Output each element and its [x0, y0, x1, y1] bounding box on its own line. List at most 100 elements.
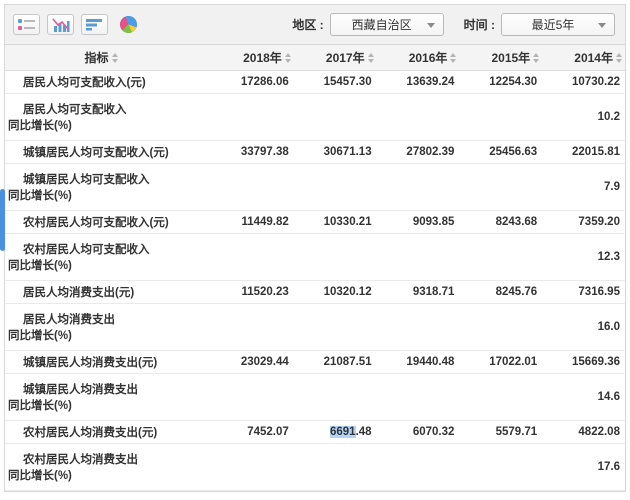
cell-2016年: 9093.85: [377, 211, 460, 233]
toolbar: 地区 : 西藏自治区 时间 : 最近5年: [5, 5, 625, 45]
table-header-row: 指标 2018年 2017年 2016年 2015年 2014年: [5, 45, 625, 71]
column-header-label: 2016年: [409, 49, 448, 66]
cell-2017年: 10320.12: [294, 281, 377, 303]
cell-2018年: [211, 444, 294, 490]
indicator-label: 居民人均消费支出(元): [5, 281, 211, 303]
column-header-indicator[interactable]: 指标: [5, 49, 211, 66]
cell-2014年: 12.3: [542, 234, 625, 280]
cell-2015年: 5579.71: [459, 421, 542, 443]
indicator-label: 农村居民人均消费支出(元): [5, 421, 211, 443]
cell-2015年: 17022.01: [459, 351, 542, 373]
region-label: 地区 :: [292, 16, 323, 33]
cell-2018年: 33797.38: [211, 141, 294, 163]
cell-2017年: [294, 374, 377, 420]
cell-2018年: 11520.23: [211, 281, 294, 303]
cell-2017年: 21087.51: [294, 351, 377, 373]
cell-2015年: 8243.68: [459, 211, 542, 233]
table-row: 城镇居民人均消费支出同比增长(%) 14.6: [5, 374, 625, 421]
cell-2014年: 10.2: [542, 94, 625, 140]
cell-2017年: 10330.21: [294, 211, 377, 233]
cell-2017年: [294, 234, 377, 280]
time-select[interactable]: 最近5年: [501, 13, 615, 36]
cell-2018年: [211, 374, 294, 420]
region-select-value: 西藏自治区: [352, 16, 422, 33]
table-row: 居民人均可支配收入同比增长(%)10.2: [5, 94, 625, 141]
indicator-label: 居民人均可支配收入(元): [5, 71, 211, 93]
column-header-2016[interactable]: 2016年: [377, 49, 460, 66]
cell-2014年: 4822.08: [542, 421, 625, 443]
cell-2014年: 22015.81: [542, 141, 625, 163]
time-select-value: 最近5年: [532, 16, 585, 33]
table-row: 农村居民人均消费支出同比增长(%) 17.6: [5, 444, 625, 491]
cell-2018年: [211, 94, 294, 140]
table-row: 农村居民人均可支配收入(元)11449.8210330.219093.85824…: [5, 211, 625, 234]
chevron-down-icon: [598, 23, 606, 28]
indicator-label: 城镇居民人均可支配收入(元): [5, 141, 211, 163]
table-row: 居民人均消费支出同比增长(%) 16.0: [5, 304, 625, 351]
column-header-label: 指标: [84, 49, 108, 66]
indicator-label: 城镇居民人均消费支出同比增长(%): [5, 374, 211, 420]
column-header-2018[interactable]: 2018年: [211, 49, 294, 66]
indicator-label: 农村居民人均可支配收入同比增长(%): [5, 234, 211, 280]
cell-2017年: [294, 94, 377, 140]
stats-panel: 地区 : 西藏自治区 时间 : 最近5年 指标 2018年 2017年 2016…: [4, 4, 626, 492]
line-bar-chart-icon: [52, 18, 70, 32]
cell-2014年: 7.9: [542, 164, 625, 210]
cell-2015年: [459, 374, 542, 420]
indicator-label: 农村居民人均可支配收入(元): [5, 211, 211, 233]
region-select[interactable]: 西藏自治区: [330, 13, 444, 36]
time-label: 时间 :: [464, 16, 495, 33]
cell-2018年: [211, 304, 294, 350]
sort-icon[interactable]: [285, 53, 291, 63]
cell-2014年: 7359.20: [542, 211, 625, 233]
sort-icon[interactable]: [368, 53, 374, 63]
cell-2014年: 17.6: [542, 444, 625, 490]
column-header-2017[interactable]: 2017年: [294, 49, 377, 66]
cell-2018年: 17286.06: [211, 71, 294, 93]
cell-2017年: [294, 444, 377, 490]
cell-2018年: [211, 164, 294, 210]
column-header-label: 2017年: [326, 49, 365, 66]
indicator-label: 农村居民人均消费支出同比增长(%): [5, 444, 211, 490]
column-header-label: 2015年: [491, 49, 530, 66]
table-row: 农村居民人均消费支出(元)7452.076691.486070.325579.7…: [5, 421, 625, 444]
cell-2015年: [459, 304, 542, 350]
cell-2017年: 6691.48: [294, 421, 377, 443]
cell-2018年: 23029.44: [211, 351, 294, 373]
cell-2016年: [377, 374, 460, 420]
cell-2015年: 8245.76: [459, 281, 542, 303]
cell-2014年: 10730.22: [542, 71, 625, 93]
list-view-button[interactable]: [13, 14, 40, 35]
cell-2015年: 25456.63: [459, 141, 542, 163]
indicator-label: 城镇居民人均消费支出(元): [5, 351, 211, 373]
column-header-2015[interactable]: 2015年: [459, 49, 542, 66]
column-header-label: 2018年: [243, 49, 282, 66]
sort-icon[interactable]: [533, 53, 539, 63]
indicator-label: 城镇居民人均可支配收入同比增长(%): [5, 164, 211, 210]
cell-2014年: 7316.95: [542, 281, 625, 303]
cell-2014年: 16.0: [542, 304, 625, 350]
horizontal-bar-chart-button[interactable]: [81, 14, 108, 35]
cell-2018年: 11449.82: [211, 211, 294, 233]
line-bar-chart-button[interactable]: [47, 14, 74, 35]
cell-2014年: 14.6: [542, 374, 625, 420]
cell-2015年: [459, 444, 542, 490]
indicator-label: 居民人均消费支出同比增长(%): [5, 304, 211, 350]
column-header-2014[interactable]: 2014年: [542, 49, 625, 66]
scroll-indicator[interactable]: [0, 189, 5, 251]
table-row: 居民人均可支配收入(元)17286.0615457.3013639.241225…: [5, 71, 625, 94]
table-row: 居民人均消费支出(元)11520.2310320.129318.718245.7…: [5, 281, 625, 304]
cell-2016年: 19440.48: [377, 351, 460, 373]
cell-2016年: [377, 94, 460, 140]
pie-chart-button[interactable]: [115, 14, 142, 35]
table-row: 城镇居民人均可支配收入同比增长(%) 7.9: [5, 164, 625, 211]
cell-2017年: 30671.13: [294, 141, 377, 163]
sort-icon[interactable]: [450, 53, 456, 63]
chevron-down-icon: [427, 23, 435, 28]
sort-icon[interactable]: [112, 53, 118, 63]
table-row: 城镇居民人均消费支出(元)23029.4421087.5119440.48170…: [5, 351, 625, 374]
cell-2015年: [459, 234, 542, 280]
sort-icon[interactable]: [616, 53, 622, 63]
cell-2014年: 15669.36: [542, 351, 625, 373]
column-header-label: 2014年: [574, 49, 613, 66]
